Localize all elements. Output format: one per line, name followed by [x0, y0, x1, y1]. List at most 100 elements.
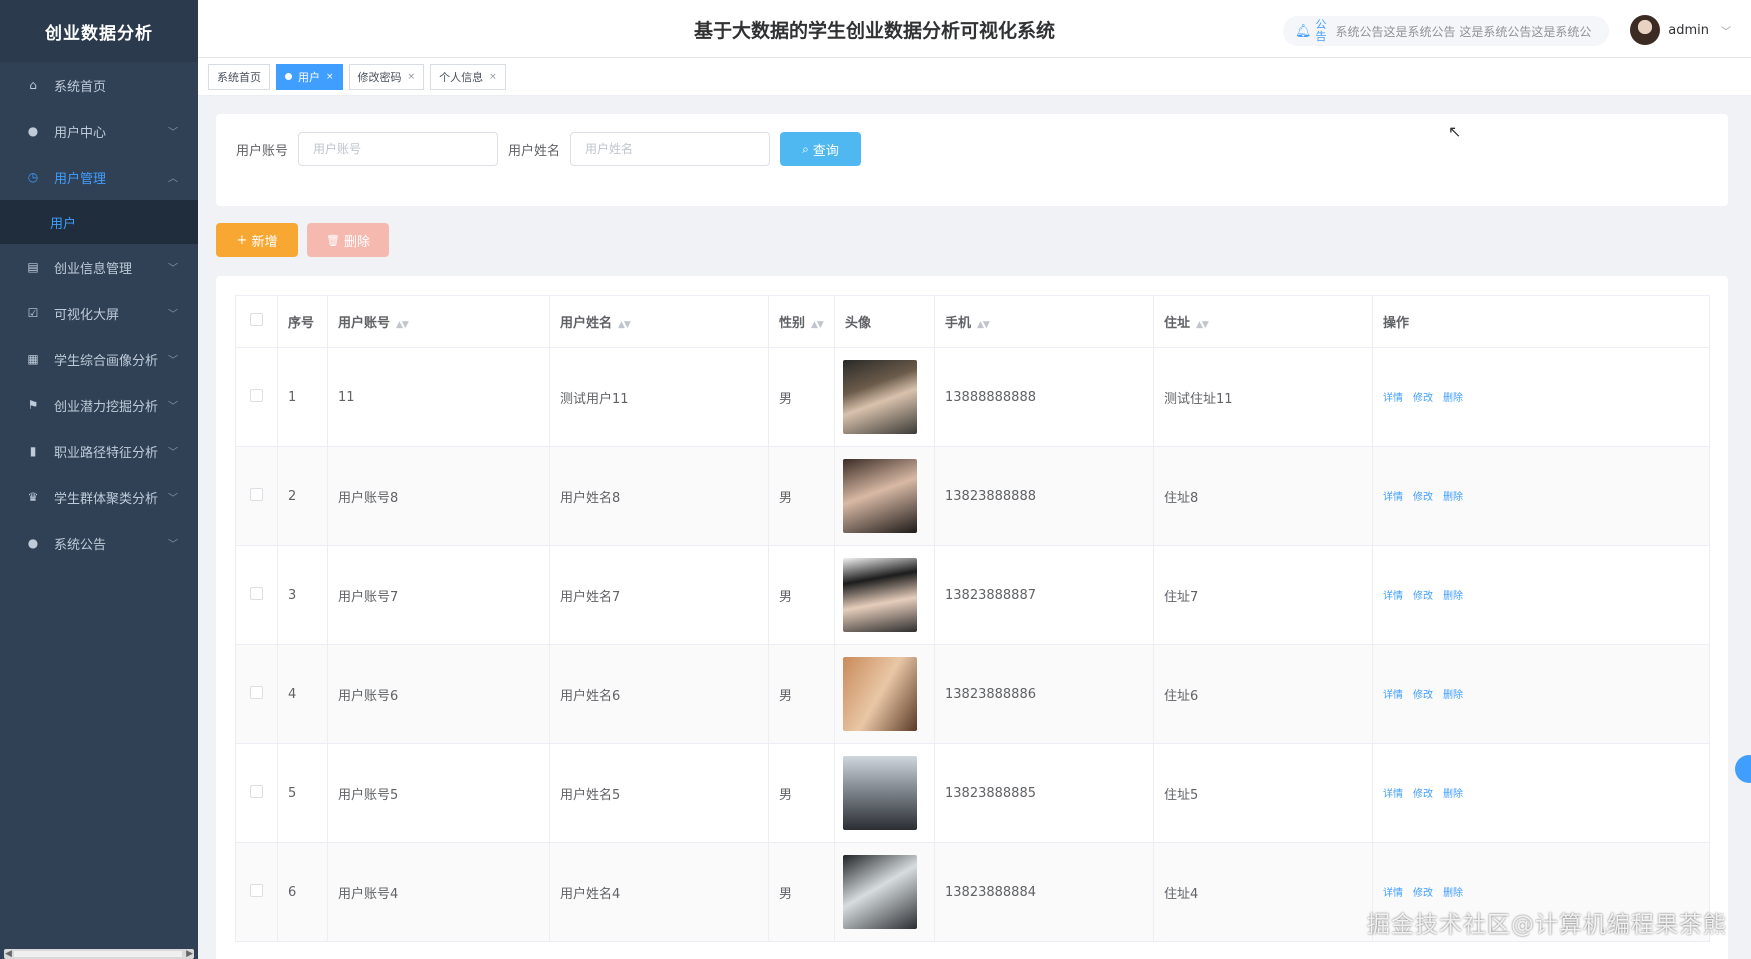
table-row[interactable]: 2 用户账号8 用户姓名8 男 13823888888 住址8 详情 修改 删除: [235, 446, 1710, 546]
tag-3[interactable]: 个人信息 ×: [430, 63, 506, 90]
cell-account: 用户账号4: [327, 842, 550, 942]
edit-link[interactable]: 修改: [1413, 690, 1433, 701]
row-select-cell: [235, 446, 278, 546]
row-checkbox[interactable]: [250, 586, 263, 600]
user-icon: ●: [27, 124, 39, 138]
select-all-checkbox[interactable]: [250, 313, 263, 326]
sidebar-subitem-user[interactable]: 用户: [0, 200, 198, 244]
sidebar-item-0[interactable]: ⌂ 系统首页: [0, 62, 198, 108]
table-row[interactable]: 1 11 测试用户11 男 13888888888 测试住址11 详情 修改 删除: [235, 347, 1710, 447]
detail-link[interactable]: 详情: [1383, 492, 1403, 503]
cell-name: 用户姓名6: [549, 644, 769, 744]
row-select-cell: [235, 743, 278, 843]
sidebar-item-9[interactable]: ● 系统公告 ﹀: [0, 520, 198, 566]
table-row[interactable]: 3 用户账号7 用户姓名7 男 13823888887 住址7 详情 修改 删除: [235, 545, 1710, 645]
delete-link[interactable]: 删除: [1443, 393, 1463, 404]
scrollbar-thumb[interactable]: [14, 951, 182, 957]
delete-button[interactable]: 🗑︎ 删除: [307, 223, 389, 257]
detail-link[interactable]: 详情: [1383, 591, 1403, 602]
header-avatar: 头像: [834, 295, 935, 348]
sidebar-item-7[interactable]: ▮ 职业路径特征分析 ﹀: [0, 428, 198, 474]
edit-link[interactable]: 修改: [1413, 591, 1433, 602]
user-photo[interactable]: [843, 855, 917, 929]
username[interactable]: admin: [1668, 23, 1709, 38]
detail-link[interactable]: 详情: [1383, 888, 1403, 899]
cell-avatar: [834, 743, 935, 843]
cell-account: 用户账号6: [327, 644, 550, 744]
sidebar-item-2[interactable]: ◷ 用户管理 ︿: [0, 154, 198, 200]
header-gender[interactable]: 性别 ▲▼: [768, 295, 835, 348]
row-checkbox[interactable]: [250, 784, 263, 798]
close-icon[interactable]: ×: [408, 72, 416, 82]
sort-icon[interactable]: ▲▼: [977, 320, 990, 330]
chevron-down-icon: ﹀: [168, 447, 178, 459]
header-account[interactable]: 用户账号 ▲▼: [327, 295, 550, 348]
header-phone[interactable]: 手机 ▲▼: [934, 295, 1154, 348]
header-address-label: 住址: [1164, 316, 1191, 331]
close-icon[interactable]: ×: [326, 72, 334, 82]
sort-icon[interactable]: ▲▼: [618, 320, 631, 330]
user-menu[interactable]: admin ﹀: [1630, 15, 1731, 45]
scroll-right-arrow-icon[interactable]: ▶: [186, 949, 193, 959]
cell-phone: 13823888886: [934, 644, 1154, 744]
detail-link[interactable]: 详情: [1383, 393, 1403, 404]
sidebar-item-4[interactable]: ☑ 可视化大屏 ﹀: [0, 290, 198, 336]
delete-link[interactable]: 删除: [1443, 789, 1463, 800]
tag-label: 用户: [298, 70, 320, 84]
delete-link[interactable]: 删除: [1443, 888, 1463, 899]
scroll-left-arrow-icon[interactable]: ◀: [5, 949, 12, 959]
sidebar-item-5[interactable]: ▦ 学生综合画像分析 ﹀: [0, 336, 198, 382]
cell-gender: 男: [768, 842, 835, 942]
row-checkbox[interactable]: [250, 685, 263, 699]
chevron-down-icon: ﹀: [168, 355, 178, 367]
sidebar-item-1[interactable]: ● 用户中心 ﹀: [0, 108, 198, 154]
delete-link[interactable]: 删除: [1443, 492, 1463, 503]
table-row[interactable]: 4 用户账号6 用户姓名6 男 13823888886 住址6 详情 修改 删除: [235, 644, 1710, 744]
user-photo[interactable]: [843, 558, 917, 632]
sidebar-item-label: 可视化大屏: [54, 307, 120, 323]
user-photo[interactable]: [843, 756, 917, 830]
table-row[interactable]: 5 用户账号5 用户姓名5 男 13823888885 住址5 详情 修改 删除: [235, 743, 1710, 843]
edit-link[interactable]: 修改: [1413, 393, 1433, 404]
cell-index: 2: [277, 446, 328, 546]
sort-icon[interactable]: ▲▼: [396, 320, 409, 330]
floating-toggle-button[interactable]: [1735, 755, 1751, 783]
edit-link[interactable]: 修改: [1413, 492, 1433, 503]
header-name[interactable]: 用户姓名 ▲▼: [549, 295, 769, 348]
cell-ops: 详情 修改 删除: [1372, 545, 1710, 645]
user-photo[interactable]: [843, 459, 917, 533]
tag-2[interactable]: 修改密码 ×: [348, 63, 425, 90]
delete-link[interactable]: 删除: [1443, 690, 1463, 701]
account-search-input[interactable]: [298, 132, 499, 166]
cell-phone: 13823888887: [934, 545, 1154, 645]
delete-link[interactable]: 删除: [1443, 591, 1463, 602]
sidebar-item-6[interactable]: ⚑ 创业潜力挖掘分析 ﹀: [0, 382, 198, 428]
row-checkbox[interactable]: [250, 487, 263, 501]
tag-1[interactable]: 用户 ×: [276, 63, 343, 90]
detail-link[interactable]: 详情: [1383, 690, 1403, 701]
query-button[interactable]: ⌕ 查询: [780, 132, 862, 166]
sort-icon[interactable]: ▲▼: [1196, 320, 1209, 330]
sidebar-item-3[interactable]: ▤ 创业信息管理 ﹀: [0, 244, 198, 290]
header-address[interactable]: 住址 ▲▼: [1153, 295, 1373, 348]
notice-bar[interactable]: 🔔︎ 公告 系统公告这是系统公告 这是系统公告这是系统公: [1283, 16, 1609, 46]
detail-link[interactable]: 详情: [1383, 789, 1403, 800]
sidebar-item-8[interactable]: ♛ 学生群体聚类分析 ﹀: [0, 474, 198, 520]
sidebar-horizontal-scrollbar[interactable]: ◀ ▶: [4, 949, 194, 959]
avatar[interactable]: [1630, 15, 1661, 45]
add-button[interactable]: + 新增: [216, 223, 298, 257]
row-checkbox[interactable]: [250, 883, 263, 897]
table-row[interactable]: 6 用户账号4 用户姓名4 男 13823888884 住址4 详情 修改 删除: [235, 842, 1710, 942]
chevron-down-icon[interactable]: ﹀: [1721, 23, 1731, 38]
edit-link[interactable]: 修改: [1413, 789, 1433, 800]
cell-phone: 13823888884: [934, 842, 1154, 942]
close-icon[interactable]: ×: [489, 72, 497, 82]
user-photo[interactable]: [843, 360, 917, 434]
user-photo[interactable]: [843, 657, 917, 731]
name-search-input[interactable]: [570, 132, 771, 166]
check-icon: ☑: [27, 306, 39, 320]
tag-0[interactable]: 系统首页: [208, 63, 270, 90]
edit-link[interactable]: 修改: [1413, 888, 1433, 899]
sort-icon[interactable]: ▲▼: [811, 320, 824, 330]
row-checkbox[interactable]: [250, 388, 263, 402]
